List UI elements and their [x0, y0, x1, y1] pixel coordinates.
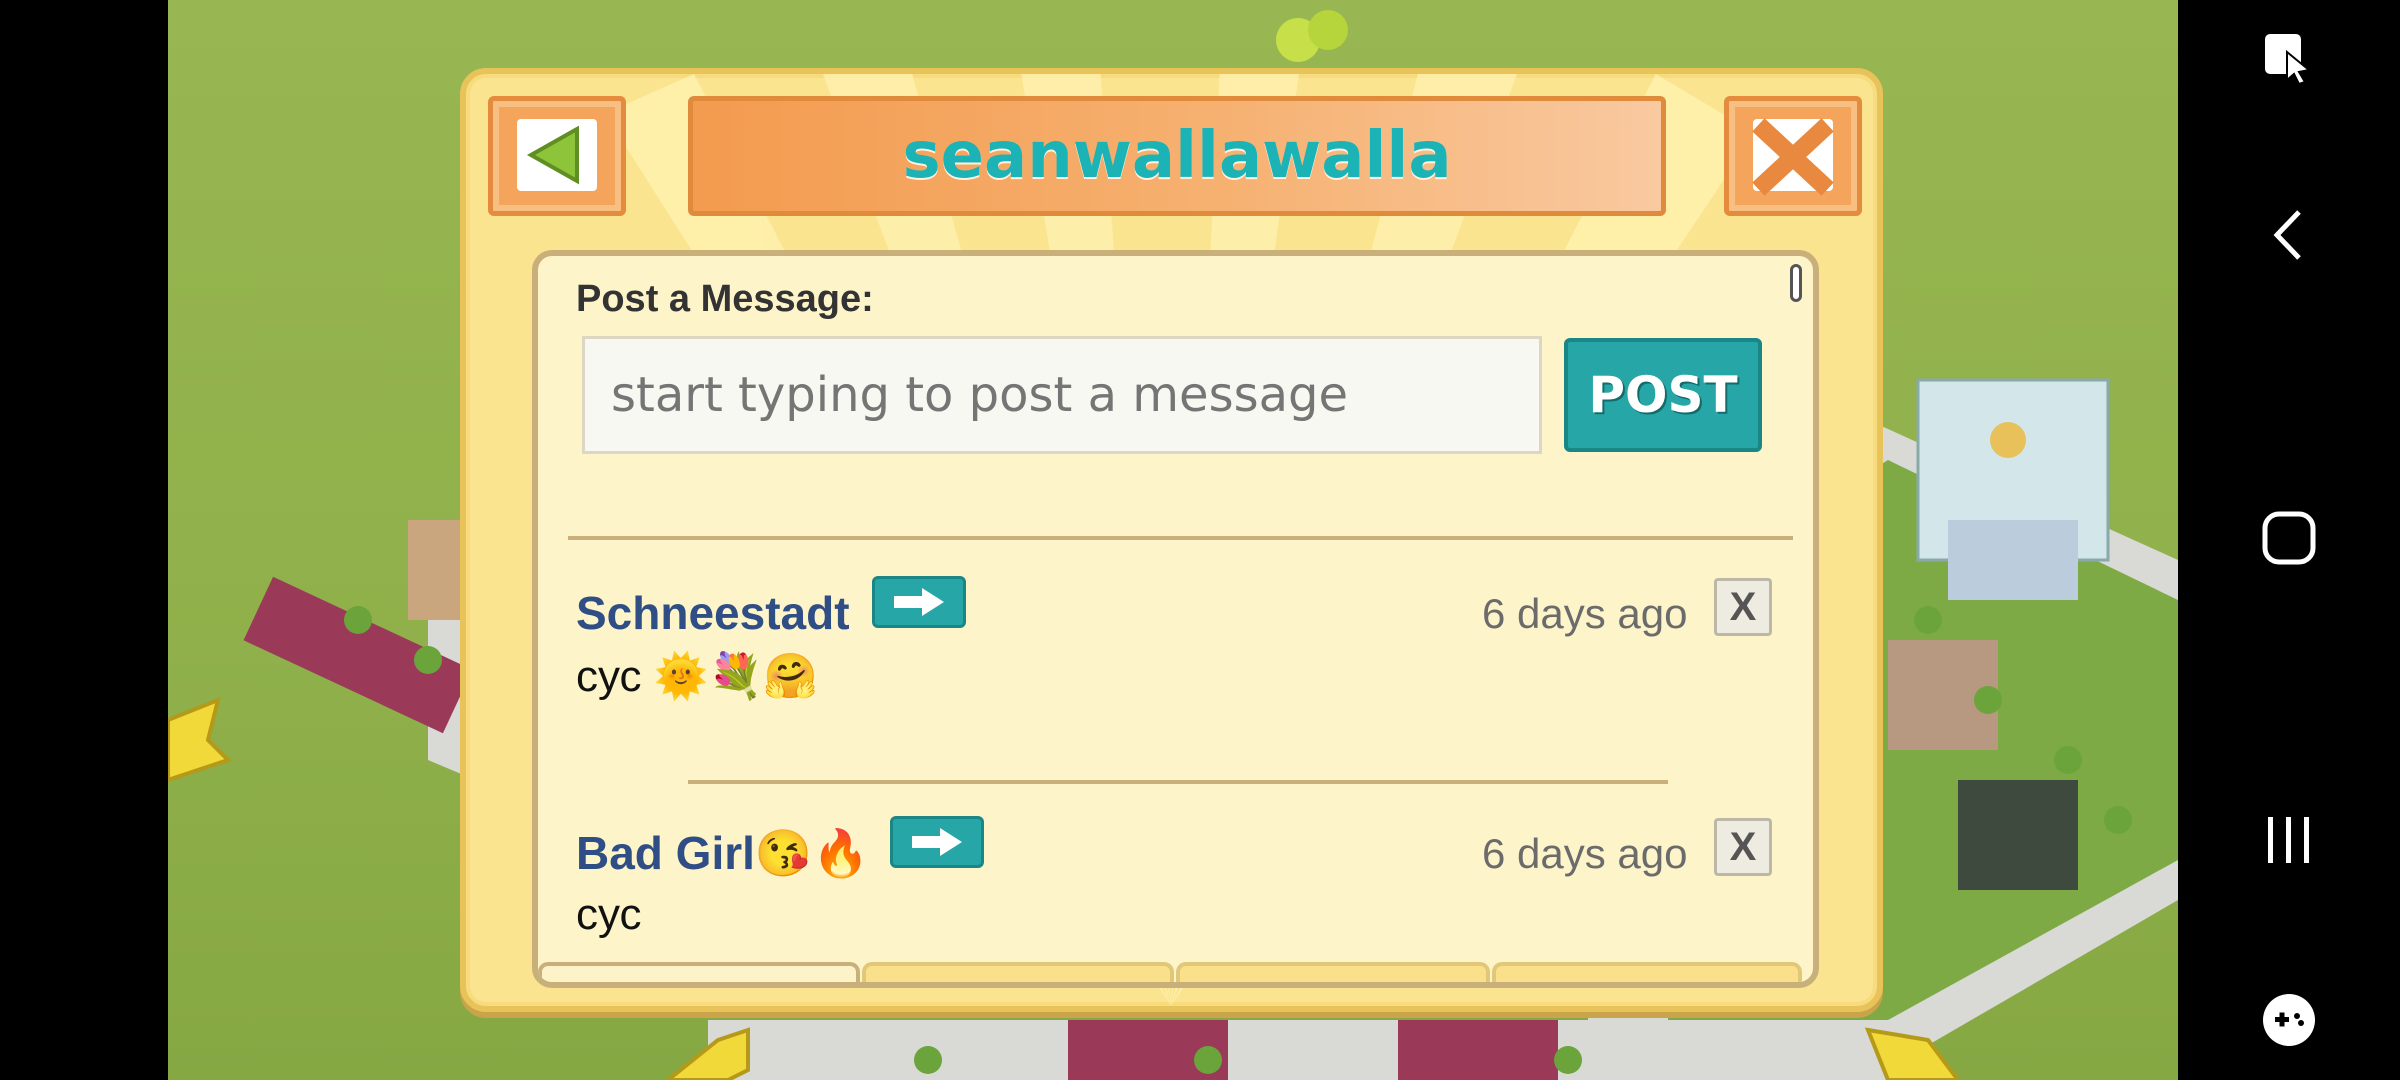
system-navigation-bar [2178, 0, 2400, 1080]
back-chevron-icon[interactable] [2178, 205, 2400, 265]
arrow-right-icon [912, 828, 962, 856]
delete-message-button[interactable]: X [1714, 818, 1772, 876]
wall-panel: Post a Message: POST Schneestadt 6 days … [532, 250, 1819, 988]
home-icon[interactable] [2178, 508, 2400, 568]
tab-empty[interactable] [1492, 962, 1802, 982]
message-author[interactable]: Bad Girl😘🔥 [576, 826, 869, 881]
post-message-label: Post a Message: [576, 278, 874, 320]
visit-city-button[interactable] [872, 576, 966, 628]
message-time: 6 days ago [1482, 590, 1688, 637]
visit-city-button[interactable] [890, 816, 984, 868]
scrollbar-thumb[interactable] [1790, 264, 1802, 302]
x-icon [1752, 118, 1834, 196]
message-author[interactable]: Schneestadt [576, 586, 850, 640]
post-button[interactable]: POST [1564, 338, 1762, 452]
tab-wall[interactable]: Wall [538, 962, 860, 982]
arrow-right-icon [894, 588, 944, 616]
message-time: 6 days ago [1482, 830, 1688, 877]
message-input[interactable] [582, 336, 1542, 454]
divider [688, 780, 1668, 784]
screen-cursor-icon[interactable] [2178, 28, 2400, 88]
divider [568, 536, 1793, 540]
close-button[interactable] [1724, 96, 1862, 216]
back-button[interactable] [488, 96, 626, 216]
tab-news[interactable]: News [862, 962, 1174, 982]
profile-dialog: seanwallawalla Post a Message: POST Schn… [460, 68, 1883, 1012]
game-controller-icon[interactable] [2178, 990, 2400, 1050]
message-body: сус [576, 890, 642, 939]
profile-username: seanwallawalla [902, 119, 1452, 193]
tab-profile[interactable]: Profile [1176, 962, 1490, 982]
delete-message-button[interactable]: X [1714, 578, 1772, 636]
title-bar: seanwallawalla [688, 96, 1666, 216]
triangle-left-icon [517, 119, 597, 191]
message-body: сус 🌞💐🤗 [576, 652, 819, 701]
recents-icon[interactable] [2178, 810, 2400, 870]
